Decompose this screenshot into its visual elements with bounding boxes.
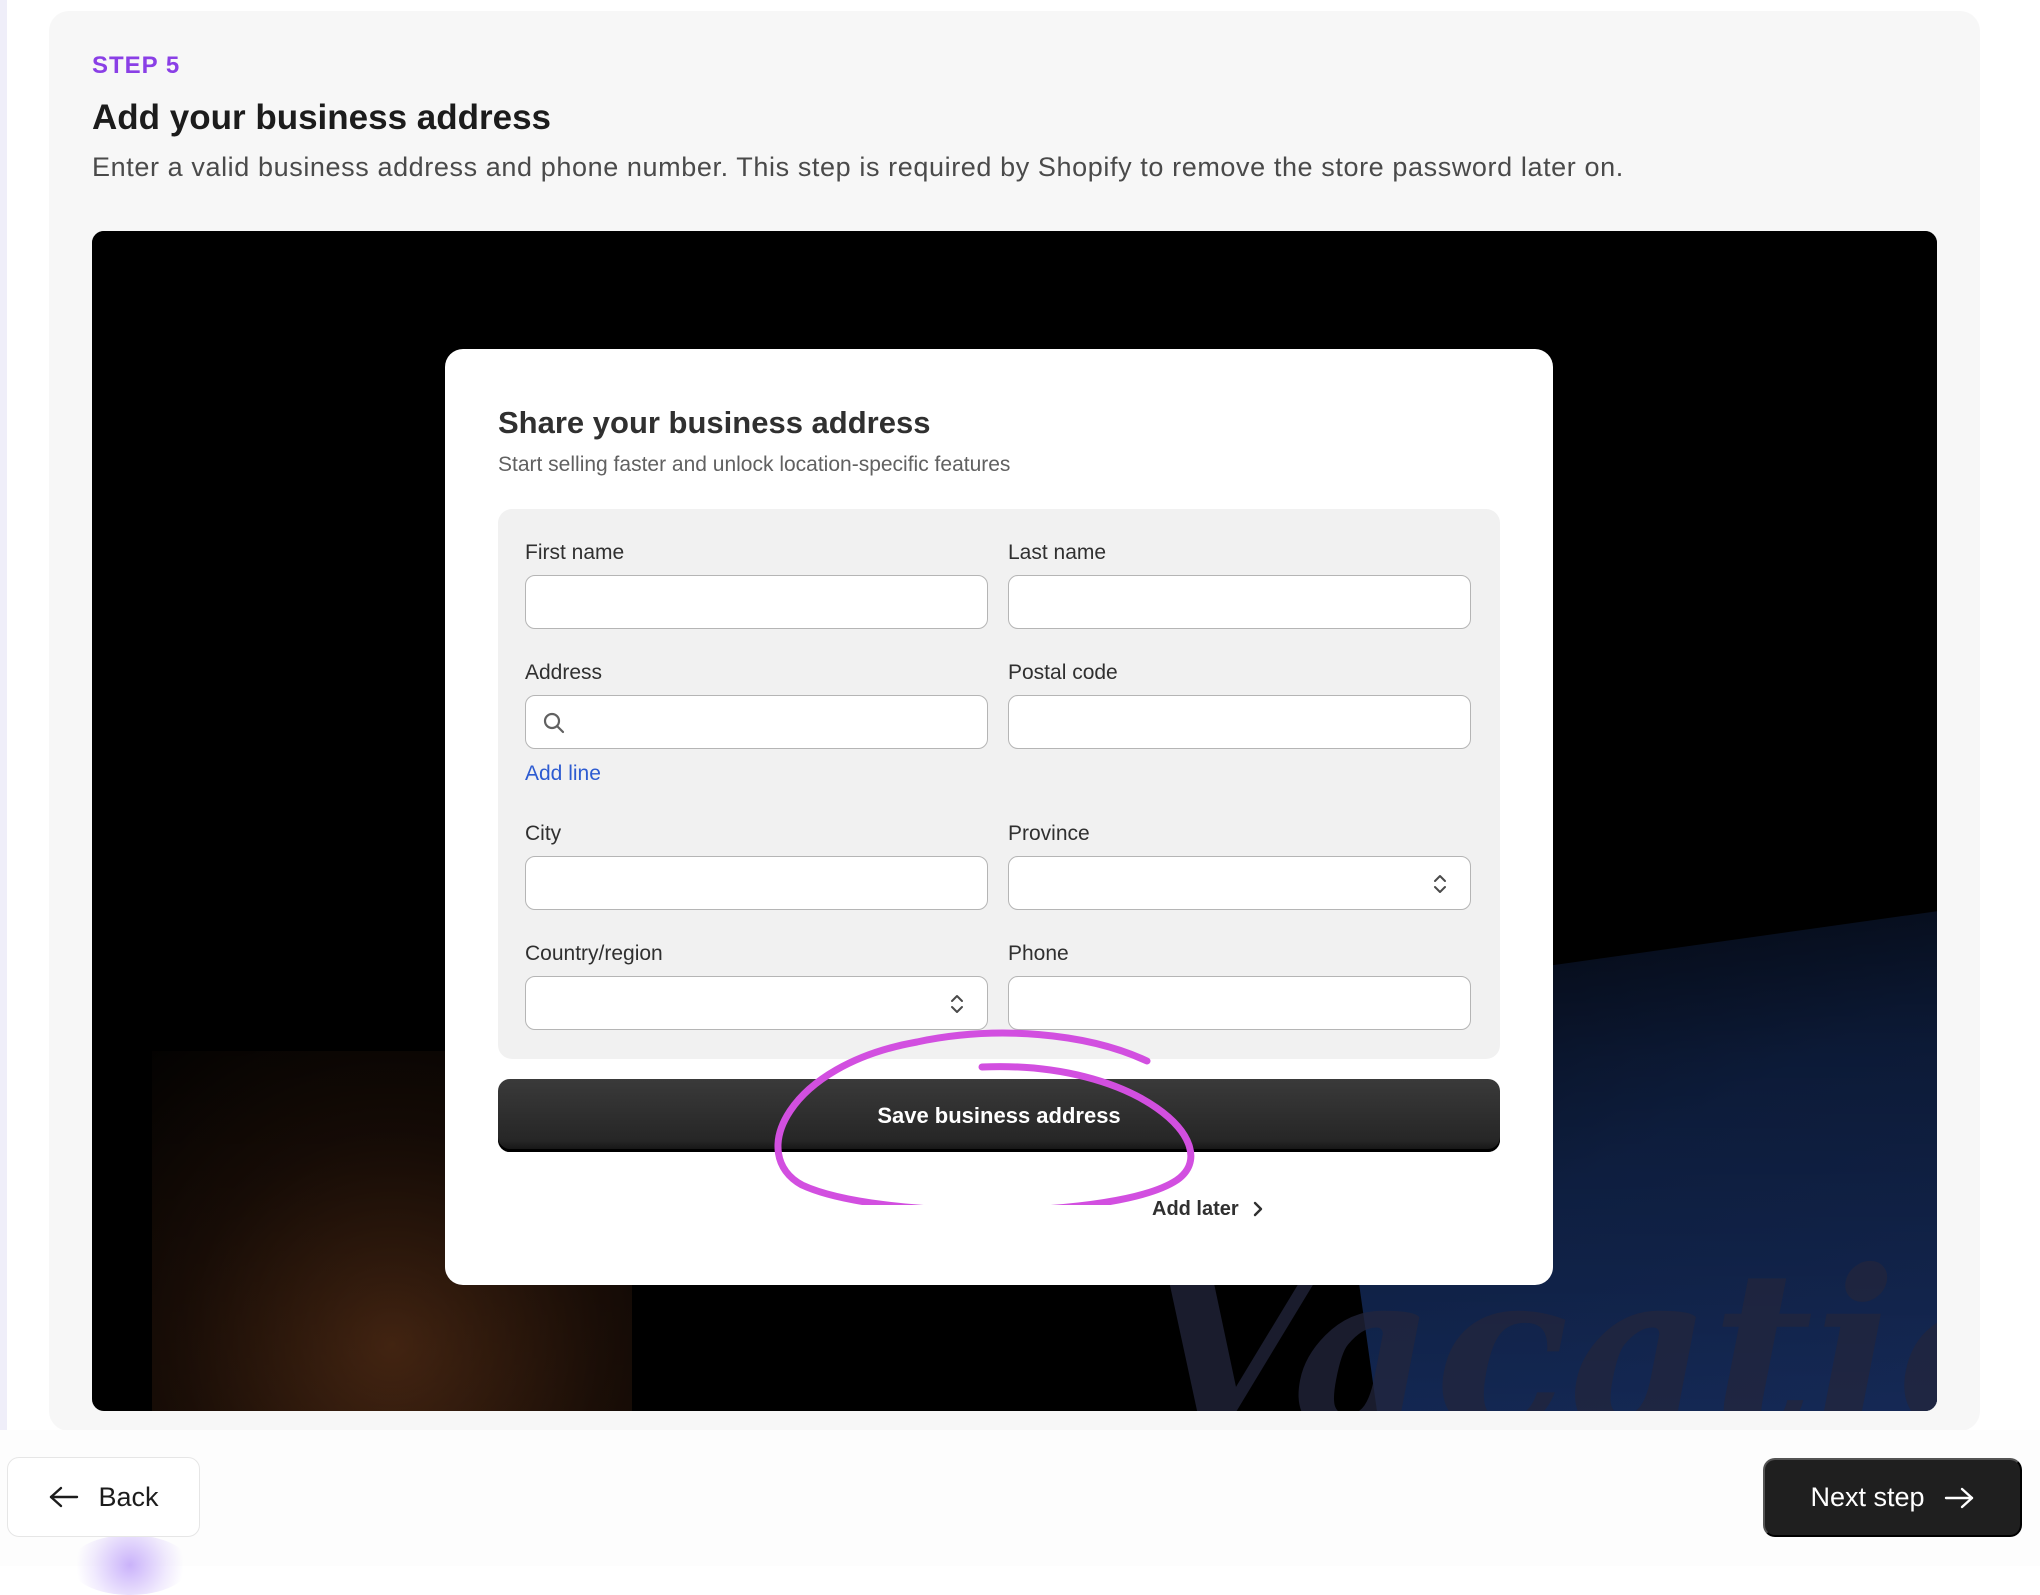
address-form: First name Last name Address Postal code xyxy=(498,509,1500,1059)
last-name-field[interactable] xyxy=(1008,575,1471,629)
postal-code-input[interactable] xyxy=(1009,696,1470,748)
modal-title: Share your business address xyxy=(498,405,931,440)
first-name-field[interactable] xyxy=(525,575,988,629)
add-later-link[interactable]: Add later xyxy=(1152,1194,1265,1224)
phone-input[interactable] xyxy=(1009,977,1470,1029)
business-address-modal: Share your business address Start sellin… xyxy=(445,349,1553,1285)
phone-field[interactable] xyxy=(1008,976,1471,1030)
chevron-updown-icon xyxy=(1434,875,1446,893)
address-field[interactable] xyxy=(525,695,988,749)
chevron-right-icon xyxy=(1253,1201,1262,1217)
last-name-input[interactable] xyxy=(1009,576,1470,628)
modal-subtitle: Start selling faster and unlock location… xyxy=(498,453,1011,476)
postal-code-field[interactable] xyxy=(1008,695,1471,749)
arrow-right-icon xyxy=(1944,1487,1973,1508)
province-select[interactable] xyxy=(1008,856,1471,910)
back-label: Back xyxy=(98,1481,159,1512)
step-label: STEP 5 xyxy=(92,52,181,79)
country-select[interactable] xyxy=(525,976,988,1030)
first-name-input[interactable] xyxy=(526,576,987,628)
address-input[interactable] xyxy=(526,696,987,748)
add-later-label: Add later xyxy=(1152,1197,1239,1220)
add-line-link[interactable]: Add line xyxy=(525,762,601,786)
bottom-nav-bar xyxy=(0,1430,2040,1566)
next-step-label: Next step xyxy=(1810,1482,1925,1512)
search-icon xyxy=(543,712,565,734)
city-label: City xyxy=(525,822,562,845)
address-label: Address xyxy=(525,661,603,684)
chevron-updown-icon xyxy=(951,995,963,1013)
decorative-glow xyxy=(70,1535,190,1595)
first-name-label: First name xyxy=(525,541,625,564)
tutorial-video[interactable]: Vacation Share your business address Sta… xyxy=(92,231,1937,1411)
step-title: Add your business address xyxy=(92,98,552,137)
left-edge-strip xyxy=(0,0,7,1430)
city-field[interactable] xyxy=(525,856,988,910)
step-description: Enter a valid business address and phone… xyxy=(92,152,1624,182)
arrow-left-icon xyxy=(50,1486,79,1508)
next-step-button[interactable]: Next step xyxy=(1763,1458,2022,1537)
country-label: Country/region xyxy=(525,942,663,965)
city-input[interactable] xyxy=(526,857,987,909)
back-button[interactable]: Back xyxy=(7,1457,200,1537)
province-label: Province xyxy=(1008,822,1090,845)
phone-label: Phone xyxy=(1008,942,1069,965)
save-business-address-button[interactable]: Save business address xyxy=(498,1079,1500,1152)
last-name-label: Last name xyxy=(1008,541,1107,564)
postal-code-label: Postal code xyxy=(1008,661,1118,684)
